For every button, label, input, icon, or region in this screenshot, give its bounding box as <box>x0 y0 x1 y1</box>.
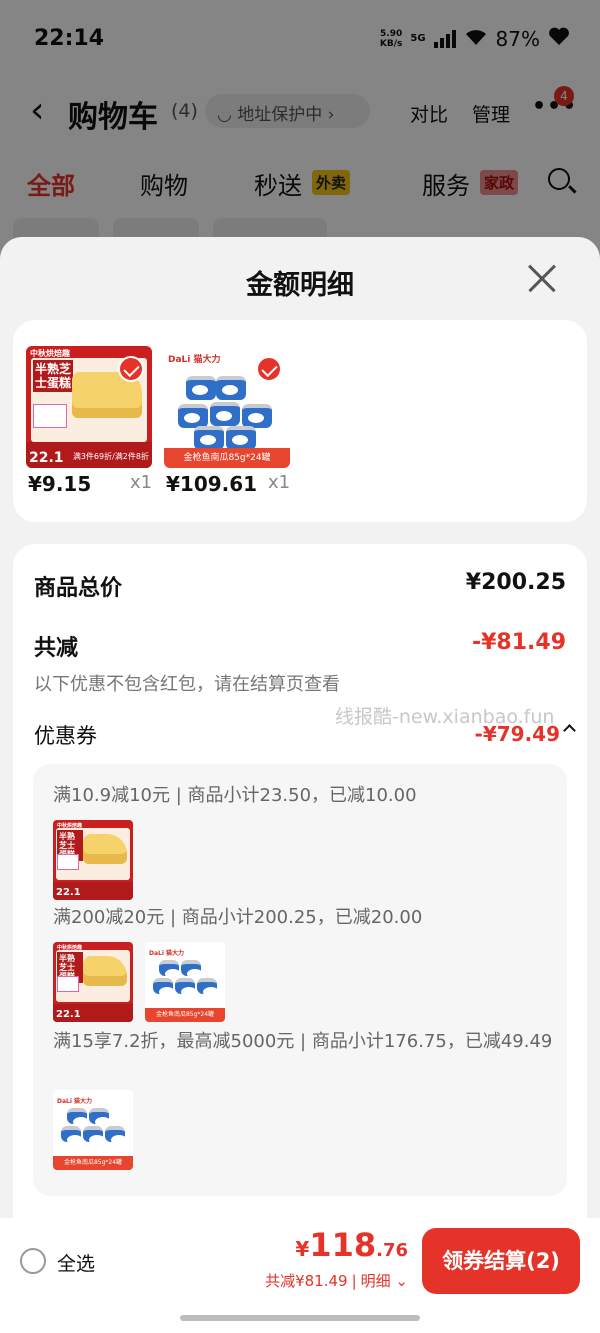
total-price-row: 商品总价 ¥200.25 <box>34 570 566 602</box>
discount-note: 以下优惠不包含红包，请在结算页查看 <box>34 674 340 695</box>
checkout-button[interactable]: 领券结算(2) <box>422 1228 580 1294</box>
product-quantity: x1 <box>268 472 291 493</box>
amount-detail-sheet: 金额明细 中秋烘焙趣 半熟芝士蛋糕 22.1 满3件69折/满2件8折 ¥9.1… <box>0 237 600 1333</box>
coupon-rule: 满200减20元 | 商品小计200.25，已减20.00 <box>53 907 423 928</box>
discount-row: 共减 -¥81.49 <box>34 630 566 662</box>
selected-check-icon[interactable] <box>256 356 282 382</box>
product-thumbnail: 中秋烘焙趣 半熟芝士蛋糕 22.1 满3件69折/满2件8折 <box>26 346 152 468</box>
select-all-label[interactable]: 全选 <box>57 1249 95 1276</box>
chevron-down-icon[interactable]: ⌄ <box>395 1272 408 1290</box>
close-icon[interactable] <box>526 263 558 295</box>
select-all-radio[interactable] <box>20 1248 46 1274</box>
coupon-rule: 满15享7.2折，最高减5000元 | 商品小计176.75，已减49.49 <box>53 1031 553 1052</box>
sheet-title: 金额明细 <box>246 270 354 301</box>
selected-check-icon[interactable] <box>118 356 144 382</box>
discount-value: -¥81.49 <box>471 630 566 655</box>
coupon-detail-panel: 满10.9减10元 | 商品小计23.50，已减10.00 中秋烘焙趣 半熟芝士… <box>33 764 567 1196</box>
rule-product-thumbnail: DaLi 猫大力 金枪鱼南瓜85g*24罐 <box>53 1090 133 1170</box>
home-indicator[interactable] <box>180 1315 420 1321</box>
saved-amount[interactable]: 共减¥81.49 | 明细 ⌄ <box>265 1270 408 1291</box>
product-price: ¥9.15 <box>28 472 92 496</box>
coupon-rule: 满10.9减10元 | 商品小计23.50，已减10.00 <box>53 785 417 806</box>
total-amount: ¥118.76 <box>295 1226 408 1264</box>
detail-link[interactable]: 明细 <box>361 1272 391 1290</box>
product-list-card: 中秋烘焙趣 半熟芝士蛋糕 22.1 满3件69折/满2件8折 ¥9.15 x1 … <box>13 320 587 522</box>
product-quantity: x1 <box>130 472 153 493</box>
discount-label: 共减 <box>34 636 79 661</box>
coupon-label: 优惠券 <box>34 724 97 748</box>
total-price-label: 商品总价 <box>34 576 123 601</box>
coupon-row[interactable]: 优惠券 -¥79.49 <box>34 720 576 750</box>
product-item[interactable]: 中秋烘焙趣 半熟芝士蛋糕 22.1 满3件69折/满2件8折 ¥9.15 x1 <box>26 346 152 496</box>
coupon-value: -¥79.49 <box>474 722 560 746</box>
rule-product-thumbnail: DaLi 猫大力 金枪鱼南瓜85g*24罐 <box>145 942 225 1022</box>
product-thumbnail: DaLi 猫大力 金枪鱼南瓜85g*24罐 <box>164 346 290 468</box>
rule-product-thumbnail: 中秋烘焙趣 半熟芝士蛋糕 22.1 <box>53 820 133 900</box>
chevron-up-icon[interactable] <box>563 724 576 737</box>
checkout-bar: 全选 ¥118.76 共减¥81.49 | 明细 ⌄ 领券结算(2) <box>0 1218 600 1333</box>
total-price-value: ¥200.25 <box>465 570 566 595</box>
rule-product-thumbnail: 中秋烘焙趣 半熟芝士蛋糕 22.1 <box>53 942 133 1022</box>
product-item[interactable]: DaLi 猫大力 金枪鱼南瓜85g*24罐 ¥109.61 x1 <box>164 346 290 496</box>
product-price: ¥109.61 <box>166 472 258 496</box>
price-summary-card: 商品总价 ¥200.25 共减 -¥81.49 以下优惠不包含红包，请在结算页查… <box>13 544 587 1333</box>
